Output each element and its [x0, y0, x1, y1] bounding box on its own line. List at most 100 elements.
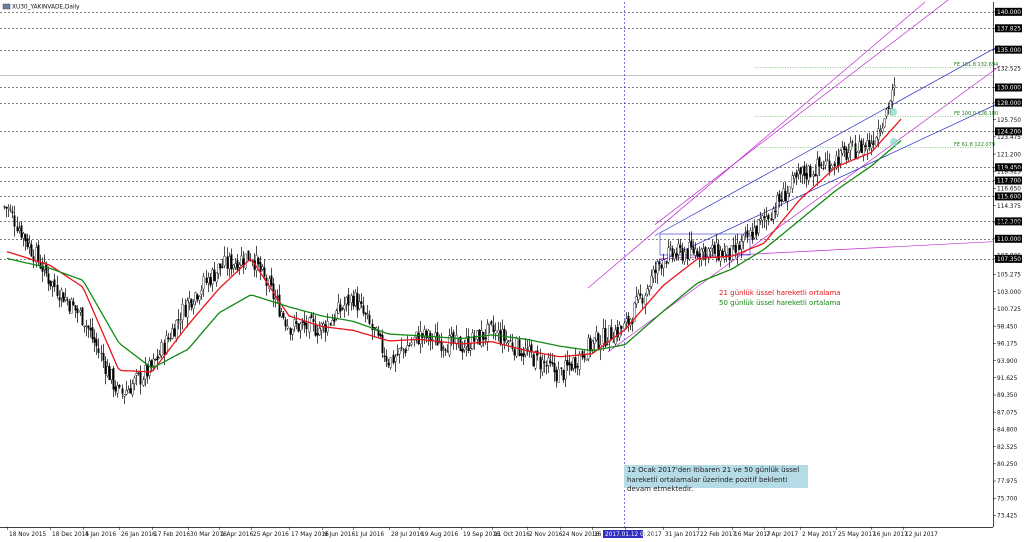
- candle-body: [591, 340, 594, 350]
- price-tick-label: 91.625: [997, 376, 1018, 382]
- candle-body: [868, 140, 871, 147]
- candle-body: [45, 264, 48, 274]
- candle-body: [730, 245, 733, 261]
- candle-body: [274, 297, 277, 300]
- candle-body: [337, 302, 340, 314]
- candle-body: [238, 264, 241, 268]
- price-tick-label: 132.525: [997, 67, 1021, 73]
- candle-body: [66, 299, 69, 301]
- candle-body: [728, 248, 731, 260]
- time-tick-label: 25 Apr 2016: [253, 532, 289, 538]
- candle-body: [755, 225, 758, 235]
- candle-body: [637, 293, 640, 300]
- candle-body: [423, 329, 426, 336]
- candle-body: [383, 355, 386, 358]
- candle-body: [574, 357, 577, 369]
- candle-body: [350, 295, 353, 304]
- candle-body: [181, 303, 184, 321]
- candle-body: [20, 225, 23, 238]
- candle-body: [646, 288, 649, 295]
- candle-body: [377, 330, 380, 336]
- candle-body: [148, 360, 151, 376]
- candle-body: [801, 167, 804, 175]
- time-tick-label: 18 Dec 2015: [52, 532, 89, 538]
- candle-body: [217, 263, 220, 274]
- candle-body: [110, 369, 113, 380]
- candle-body: [310, 314, 313, 319]
- chart-background: [0, 0, 1024, 542]
- candle-body: [74, 305, 77, 311]
- candle-body: [486, 324, 489, 342]
- time-tick-label: 11 Oct 2016: [494, 532, 530, 538]
- price-tick-label: 82.525: [997, 445, 1018, 451]
- candle-body: [549, 360, 552, 363]
- candle-body: [127, 389, 130, 393]
- candle-body: [280, 311, 283, 317]
- date-marker-label: 2017.01.12 00:00: [605, 532, 657, 538]
- candle-body: [192, 303, 195, 309]
- price-tick-label: 73.425: [997, 514, 1018, 520]
- candle-body: [207, 277, 210, 284]
- candle-body: [125, 390, 128, 395]
- candle-body: [541, 359, 544, 373]
- candle-body: [450, 334, 453, 337]
- candle-body: [883, 118, 886, 128]
- candle-body: [715, 242, 718, 257]
- candle-body: [845, 148, 848, 161]
- price-tick-label: 100.725: [997, 307, 1021, 313]
- price-tick-label: 107.350: [997, 257, 1021, 263]
- candle-body: [465, 337, 468, 347]
- time-tick-label: 25 May 2017: [838, 532, 876, 538]
- time-tick-label: 16 Jun 2017: [873, 532, 908, 538]
- candle-body: [158, 354, 161, 358]
- candle-body: [606, 343, 609, 345]
- candle-body: [37, 244, 40, 262]
- candle-body: [100, 352, 103, 354]
- candle-body: [555, 370, 558, 381]
- candle-body: [497, 329, 500, 334]
- price-tick-label: 87.075: [997, 410, 1018, 416]
- candle-body: [595, 331, 598, 341]
- candle-body: [24, 234, 27, 242]
- candle-body: [356, 293, 359, 311]
- candle-body: [578, 353, 581, 370]
- price-chart[interactable]: FE 161.8 132.694 FE 100.0 126.180 FE 61.8 …: [0, 0, 1024, 542]
- candle-body: [167, 337, 170, 340]
- price-tick-label: 114.375: [997, 204, 1021, 210]
- candle-body: [656, 261, 659, 274]
- candle-body: [791, 175, 794, 189]
- candle-body: [257, 257, 260, 265]
- candle-body: [818, 157, 821, 167]
- candle-body: [289, 327, 292, 335]
- candle-body: [501, 329, 504, 346]
- candle-body: [198, 296, 201, 301]
- price-tick-label: 118.925: [997, 169, 1021, 175]
- candle-body: [551, 362, 554, 365]
- candle-body: [343, 304, 346, 310]
- candle-body: [879, 129, 882, 132]
- candle-body: [763, 216, 766, 218]
- candle-body: [18, 228, 21, 231]
- candle-body: [641, 297, 644, 304]
- symbol-icon: [2, 3, 11, 10]
- candle-body: [471, 332, 474, 350]
- price-tick-label: 110.000: [997, 237, 1021, 243]
- candle-body: [83, 325, 86, 327]
- candle-body: [782, 188, 785, 202]
- candle-body: [379, 333, 382, 337]
- candle-body: [173, 328, 176, 337]
- candle-body: [213, 269, 216, 281]
- candle-body: [64, 296, 67, 301]
- candle-body: [702, 248, 705, 253]
- candle-body: [524, 348, 527, 356]
- candle-body: [62, 292, 65, 303]
- candle-body: [492, 324, 495, 332]
- candle-body: [30, 244, 33, 257]
- candle-body: [644, 295, 647, 305]
- candle-body: [112, 368, 115, 390]
- candle-body: [228, 256, 231, 270]
- candle-body: [247, 250, 250, 261]
- candle-body: [240, 255, 243, 266]
- candle-body: [179, 321, 182, 324]
- candle-body: [202, 276, 205, 290]
